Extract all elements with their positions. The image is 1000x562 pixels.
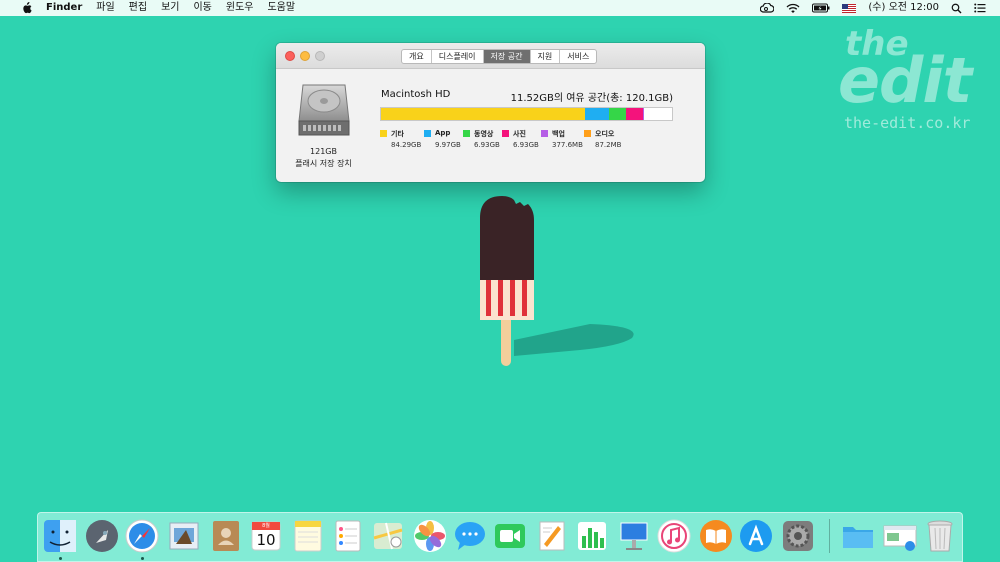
minimize-button[interactable] — [300, 51, 310, 61]
storage-segment-photos[interactable] — [626, 108, 643, 120]
dock-separator — [829, 519, 830, 553]
legend-label: 사진 — [513, 130, 526, 138]
menu-view[interactable]: 보기 — [154, 0, 186, 16]
menu-edit[interactable]: 편집 — [122, 0, 154, 16]
calendar-day: 10 — [256, 531, 276, 549]
legend-size: 6.93GB — [513, 141, 539, 149]
legend-swatch — [541, 130, 548, 137]
free-space-label: 11.52GB의 여유 공간(총: 120.1GB) — [510, 93, 673, 104]
legend-size: 377.6MB — [552, 141, 583, 149]
dock-calendar-icon[interactable]: 8월 10 — [248, 518, 284, 554]
window-titlebar[interactable]: 개요 디스플레이 저장 공간 지원 서비스 — [276, 43, 705, 69]
creative-cloud-icon[interactable] — [754, 3, 780, 13]
dock-photos-icon[interactable] — [412, 518, 448, 554]
menu-help[interactable]: 도움말 — [260, 0, 302, 16]
storage-segment-movies[interactable] — [609, 108, 627, 120]
storage-bar — [380, 107, 673, 121]
dock-launchpad-icon[interactable] — [84, 518, 120, 554]
tab-overview[interactable]: 개요 — [402, 50, 432, 63]
dock-numbers-icon[interactable] — [574, 518, 610, 554]
dock-system-preferences-icon[interactable] — [780, 518, 816, 554]
menu-go[interactable]: 이동 — [186, 0, 218, 16]
legend-size: 9.97GB — [435, 141, 461, 149]
tab-support[interactable]: 지원 — [531, 50, 561, 63]
dock-facetime-icon[interactable] — [492, 518, 528, 554]
running-indicator — [141, 557, 144, 560]
apple-icon[interactable] — [14, 2, 39, 14]
dock-messages-icon[interactable] — [452, 518, 488, 554]
close-button[interactable] — [285, 51, 295, 61]
about-this-mac-window: 개요 디스플레이 저장 공간 지원 서비스 121GB 플래시 저장 장치 Ma… — [276, 43, 705, 182]
us-flag-icon[interactable] — [836, 3, 862, 13]
watermark-url: the-edit.co.kr — [844, 114, 971, 132]
legend-swatch — [463, 130, 470, 137]
dock-maps-icon[interactable] — [370, 518, 406, 554]
dock-preview-icon[interactable] — [882, 518, 918, 554]
wifi-icon[interactable] — [780, 3, 806, 14]
menu-bar: Finder 파일 편집 보기 이동 윈도우 도움말 (수) 오전 12:00 — [0, 0, 1000, 16]
watermark-edit: edit — [838, 44, 972, 117]
menu-finder[interactable]: Finder — [39, 0, 89, 16]
legend-swatch — [424, 130, 431, 137]
search-icon[interactable] — [945, 3, 968, 14]
hard-drive-icon — [297, 83, 351, 143]
tab-bar: 개요 디스플레이 저장 공간 지원 서비스 — [401, 49, 598, 64]
menu-window[interactable]: 윈도우 — [219, 0, 261, 16]
legend-size: 84.29GB — [391, 141, 422, 149]
legend-swatch — [502, 130, 509, 137]
popsicle-illustration — [470, 190, 650, 374]
dock-itunes-icon[interactable] — [656, 518, 692, 554]
dock-keynote-icon[interactable] — [616, 518, 652, 554]
dock-notes-icon[interactable] — [290, 518, 326, 554]
storage-segment-other[interactable] — [381, 108, 586, 120]
dock-trash-icon[interactable] — [922, 518, 958, 554]
legend-size: 87.2MB — [595, 141, 622, 149]
legend-swatch — [584, 130, 591, 137]
storage-segment-free — [644, 108, 672, 120]
tab-storage[interactable]: 저장 공간 — [483, 50, 531, 63]
zoom-button — [315, 51, 325, 61]
dock-safari-icon[interactable] — [124, 518, 160, 554]
disk-type: 플래시 저장 장치 — [295, 159, 352, 168]
legend-label: 오디오 — [595, 130, 615, 138]
running-indicator — [59, 557, 62, 560]
legend-label: App — [435, 129, 451, 137]
legend-swatch — [380, 130, 387, 137]
battery-icon[interactable] — [806, 3, 836, 13]
dock-contacts-icon[interactable] — [208, 518, 244, 554]
dock-finder-icon[interactable] — [42, 518, 78, 554]
dock-ibooks-icon[interactable] — [698, 518, 734, 554]
dock-mail-icon[interactable] — [166, 518, 202, 554]
tab-service[interactable]: 서비스 — [560, 50, 596, 63]
disk-capacity: 121GB — [310, 147, 337, 156]
dock: 8월 10 — [37, 512, 963, 562]
storage-segment-apps[interactable] — [585, 108, 610, 120]
list-icon[interactable] — [968, 3, 992, 13]
disk-name: Macintosh HD — [381, 89, 451, 100]
calendar-month: 8월 — [262, 523, 270, 529]
legend-label: 기타 — [391, 130, 404, 138]
tab-displays[interactable]: 디스플레이 — [432, 50, 484, 63]
legend-size: 6.93GB — [474, 141, 500, 149]
dock-app-store-icon[interactable] — [738, 518, 774, 554]
dock-downloads-folder-icon[interactable] — [840, 518, 876, 554]
dock-pages-icon[interactable] — [534, 518, 570, 554]
legend-label: 백업 — [552, 130, 565, 138]
dock-reminders-icon[interactable] — [330, 518, 366, 554]
clock[interactable]: (수) 오전 12:00 — [862, 0, 945, 16]
legend-label: 동영상 — [474, 130, 494, 138]
menu-file[interactable]: 파일 — [89, 0, 121, 16]
